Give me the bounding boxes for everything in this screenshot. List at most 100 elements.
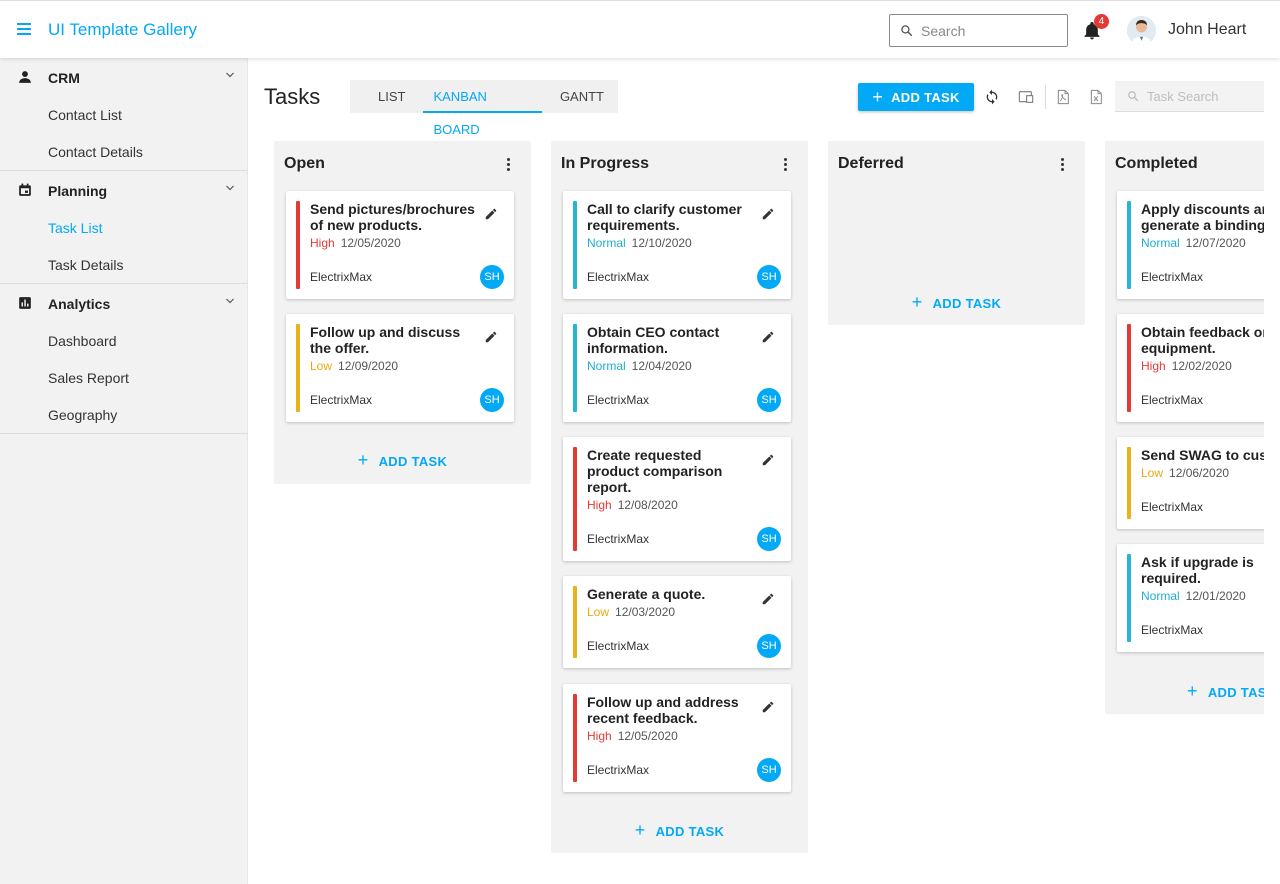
- sidebar-item-contact-details[interactable]: Contact Details: [0, 133, 247, 170]
- task-card[interactable]: Create requested product comparison repo…: [563, 437, 791, 561]
- priority-stripe: [1127, 554, 1131, 642]
- task-title: Follow up and address recent feedback.: [587, 694, 739, 726]
- task-meta: High 12/05/2020: [310, 236, 401, 250]
- task-card[interactable]: Ask if upgrade is required. Normal 12/01/…: [1117, 544, 1264, 652]
- task-meta: High 12/05/2020: [587, 729, 678, 743]
- assignee-avatar[interactable]: SH: [480, 388, 504, 412]
- task-card[interactable]: Generate a quote. Low 12/03/2020 Electrix…: [563, 576, 791, 668]
- task-priority: Normal: [587, 236, 626, 250]
- edit-icon[interactable]: [761, 700, 775, 714]
- nav-group-crm: CRM Contact List Contact Details: [0, 58, 247, 171]
- toolbar-divider: [1045, 85, 1046, 109]
- priority-stripe: [296, 324, 300, 412]
- chevron-down-icon[interactable]: [224, 182, 236, 194]
- priority-stripe: [1127, 324, 1131, 412]
- export-excel-icon[interactable]: [1088, 89, 1104, 105]
- task-title: Create requested product comparison repo…: [587, 447, 723, 495]
- task-company: ElectrixMax: [1141, 270, 1204, 284]
- task-priority: High: [587, 498, 612, 512]
- add-task-label: ADD TASK: [1207, 685, 1264, 700]
- tab-list[interactable]: LIST: [350, 80, 419, 113]
- task-title: Apply discounts and generate a binding o…: [1141, 201, 1264, 233]
- nav-group-header-crm[interactable]: CRM: [0, 58, 247, 96]
- task-card[interactable]: Follow up and address recent feedback. H…: [563, 684, 791, 792]
- more-vert-icon[interactable]: [1061, 158, 1065, 172]
- task-search-input[interactable]: [1147, 88, 1257, 104]
- add-task-button[interactable]: + ADD TASK: [858, 83, 974, 111]
- task-company: ElectrixMax: [1141, 393, 1204, 407]
- task-card[interactable]: Send SWAG to customer. Low 12/06/2020 Ele…: [1117, 437, 1264, 529]
- task-card[interactable]: Call to clarify customer requirements. N…: [563, 191, 791, 299]
- priority-stripe: [573, 586, 577, 658]
- assignee-avatar[interactable]: SH: [757, 388, 781, 412]
- user-name[interactable]: John Heart: [1168, 21, 1246, 39]
- task-priority: High: [1141, 359, 1166, 373]
- tab-gantt[interactable]: GANTT: [546, 80, 618, 113]
- task-title: Generate a quote.: [587, 586, 706, 602]
- task-meta: Low 12/03/2020: [587, 605, 675, 619]
- plus-icon: +: [911, 292, 923, 312]
- column-in-progress: In Progress Call to clarify customer req…: [551, 141, 808, 853]
- tab-kanban-board[interactable]: KANBAN BOARD: [419, 80, 545, 137]
- task-search[interactable]: [1115, 81, 1264, 112]
- search-icon: [901, 25, 913, 37]
- assignee-avatar[interactable]: SH: [757, 758, 781, 782]
- sidebar-item-task-details[interactable]: Task Details: [0, 246, 247, 283]
- nav-group-planning: Planning Task List Task Details: [0, 171, 247, 284]
- plus-icon: +: [1187, 681, 1198, 701]
- column-title: Open: [284, 155, 325, 172]
- task-priority: Normal: [1141, 589, 1180, 603]
- nav-group-header-analytics[interactable]: Analytics: [0, 284, 247, 322]
- sidebar-item-task-list[interactable]: Task List: [0, 209, 247, 246]
- export-pdf-icon[interactable]: [1055, 89, 1071, 105]
- search-input[interactable]: [921, 22, 1061, 39]
- chevron-down-icon[interactable]: [224, 69, 236, 81]
- more-vert-icon[interactable]: [507, 158, 511, 172]
- edit-icon[interactable]: [484, 330, 498, 344]
- assignee-avatar[interactable]: SH: [480, 265, 504, 289]
- edit-icon[interactable]: [484, 207, 498, 221]
- task-card[interactable]: Send pictures/brochures of new products.…: [286, 191, 514, 299]
- menu-icon[interactable]: [17, 23, 31, 37]
- assignee-avatar[interactable]: SH: [757, 634, 781, 658]
- assignee-avatar[interactable]: SH: [757, 265, 781, 289]
- edit-icon[interactable]: [761, 453, 775, 467]
- column-deferred: Deferred + ADD TASK: [828, 141, 1085, 325]
- edit-icon[interactable]: [761, 330, 775, 344]
- header-search[interactable]: [889, 14, 1068, 47]
- avatar[interactable]: [1127, 16, 1156, 45]
- task-card[interactable]: Apply discounts and generate a binding o…: [1117, 191, 1264, 299]
- column-add-task-button[interactable]: + ADD TASK: [828, 292, 1085, 313]
- priority-stripe: [1127, 201, 1131, 289]
- sidebar-item-contact-list[interactable]: Contact List: [0, 96, 247, 133]
- app-title[interactable]: UI Template Gallery: [48, 20, 197, 40]
- assignee-avatar[interactable]: SH: [757, 527, 781, 551]
- task-card[interactable]: Follow up and discuss the offer. Low 12/0…: [286, 314, 514, 422]
- task-date: 12/01/2020: [1185, 589, 1246, 603]
- column-add-task-button[interactable]: + ADD TASK: [1105, 681, 1264, 702]
- task-card[interactable]: Obtain feedback on equipment. High 12/02/…: [1117, 314, 1264, 422]
- nav-group-header-planning[interactable]: Planning: [0, 171, 247, 209]
- column-add-task-button[interactable]: + ADD TASK: [274, 450, 531, 471]
- task-meta: Low 12/06/2020: [1141, 466, 1229, 480]
- task-priority: Normal: [587, 359, 626, 373]
- column-title: In Progress: [561, 155, 650, 172]
- add-task-label: ADD TASK: [891, 89, 960, 105]
- task-card[interactable]: Obtain CEO contact information. Normal 12…: [563, 314, 791, 422]
- sidebar-item-dashboard[interactable]: Dashboard: [0, 322, 247, 359]
- edit-icon[interactable]: [761, 592, 775, 606]
- task-meta: High 12/02/2020: [1141, 359, 1232, 373]
- person-icon: [19, 71, 31, 83]
- task-company: ElectrixMax: [587, 270, 650, 284]
- refresh-icon[interactable]: [984, 89, 1000, 105]
- column-chooser-icon[interactable]: [1018, 89, 1034, 105]
- task-priority: High: [310, 236, 335, 250]
- chevron-down-icon[interactable]: [224, 295, 236, 307]
- more-vert-icon[interactable]: [784, 158, 788, 172]
- task-date: 12/03/2020: [615, 605, 676, 619]
- priority-stripe: [573, 324, 577, 412]
- sidebar-item-geography[interactable]: Geography: [0, 396, 247, 433]
- column-add-task-button[interactable]: + ADD TASK: [551, 820, 808, 841]
- sidebar-item-sales-report[interactable]: Sales Report: [0, 359, 247, 396]
- edit-icon[interactable]: [761, 207, 775, 221]
